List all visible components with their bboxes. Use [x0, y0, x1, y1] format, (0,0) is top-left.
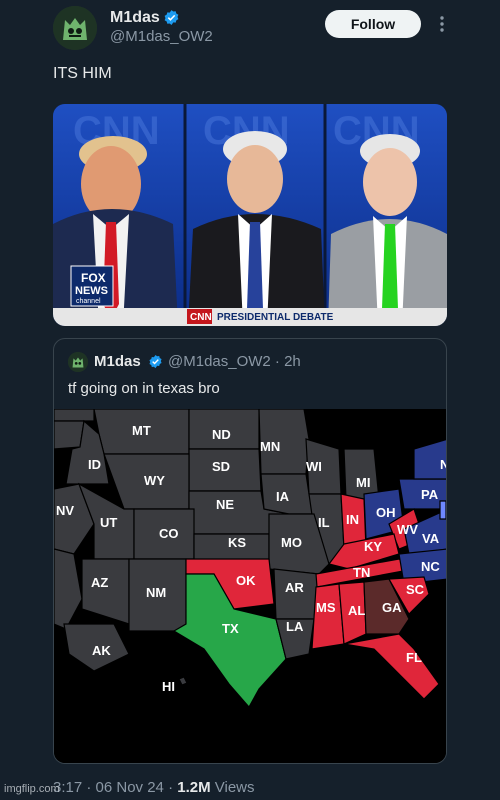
label-wy: WY [144, 473, 165, 488]
state-nj-dc [439, 500, 446, 520]
label-id: ID [88, 457, 101, 472]
label-hi: HI [162, 679, 175, 694]
label-ar: AR [285, 580, 304, 595]
tweet-header: M1das @M1das_OW2 Follow [0, 0, 500, 60]
display-name[interactable]: M1das [110, 9, 160, 27]
label-oh: OH [376, 505, 396, 520]
label-nm: NM [146, 585, 166, 600]
views-label: Views [210, 779, 255, 796]
fox-logo-line1: FOX [81, 271, 106, 285]
state-wa [54, 408, 95, 422]
label-in: IN [346, 512, 359, 527]
label-mt: MT [132, 423, 151, 438]
state-ms [311, 583, 345, 650]
label-va: VA [422, 531, 440, 546]
verified-badge-icon [164, 10, 179, 25]
label-il: IL [318, 515, 330, 530]
label-nv: NV [56, 503, 74, 518]
label-tx: TX [222, 621, 239, 636]
verified-badge-icon [149, 354, 162, 369]
chyron-text: PRESIDENTIAL DEBATE [217, 312, 334, 323]
fox-logo-line2: NEWS [75, 285, 108, 297]
cnn-logo: CNN [190, 312, 212, 323]
label-tn: TN [353, 565, 370, 580]
label-ut: UT [100, 515, 117, 530]
label-pa: PA [421, 487, 439, 502]
label-sc: SC [406, 582, 425, 597]
label-sd: SD [212, 459, 230, 474]
label-fl: FL [406, 650, 422, 665]
label-ky: KY [364, 539, 382, 554]
quoted-avatar[interactable] [68, 352, 88, 372]
label-ga: GA [382, 600, 402, 615]
label-co: CO [159, 526, 179, 541]
label-wi: WI [306, 459, 322, 474]
quoted-display-name: M1das [94, 353, 141, 370]
label-wv: WV [397, 522, 418, 537]
watermark: imgflip.com [4, 783, 60, 795]
timestamp[interactable]: 3:17 · 06 Nov 24 · [53, 779, 177, 796]
quoted-tweet[interactable]: M1das @M1das_OW2 · 2h tf going on in tex… [53, 338, 447, 764]
label-az: AZ [91, 575, 108, 590]
label-ms: MS [316, 600, 336, 615]
quoted-text: tf going on in texas bro [68, 380, 220, 397]
avatar[interactable] [53, 6, 97, 50]
handle[interactable]: @M1das_OW2 [110, 28, 213, 45]
state-or [54, 420, 85, 450]
label-mi: MI [356, 475, 370, 490]
label-ok: OK [236, 573, 256, 588]
election-map: MT ND MN ID SD WI N MI WY IA PA NE NV OH… [54, 408, 447, 763]
label-nc: NC [421, 559, 440, 574]
quoted-handle-time: @M1das_OW2 · 2h [168, 353, 301, 370]
follow-button[interactable]: Follow [325, 10, 421, 38]
label-ia: IA [276, 489, 290, 504]
label-ne: NE [216, 497, 234, 512]
label-ak: AK [92, 643, 111, 658]
debate-image[interactable]: CNN CNN CNN FOX NEWS channel CNN PRESIDE… [53, 104, 447, 326]
label-mo: MO [281, 535, 302, 550]
label-al: AL [348, 603, 365, 618]
label-n: N [440, 457, 447, 472]
tweet-footer: 3:17 · 06 Nov 24 · 1.2M Views [53, 779, 255, 796]
label-nd: ND [212, 427, 231, 442]
views-count: 1.2M [177, 779, 211, 796]
tweet-text: ITS HIM [53, 65, 112, 82]
fox-logo-line3: channel [76, 298, 101, 305]
label-ks: KS [228, 535, 246, 550]
state-mi [343, 448, 380, 500]
more-icon[interactable] [432, 14, 452, 34]
label-la: LA [286, 619, 304, 634]
label-mn: MN [260, 439, 280, 454]
